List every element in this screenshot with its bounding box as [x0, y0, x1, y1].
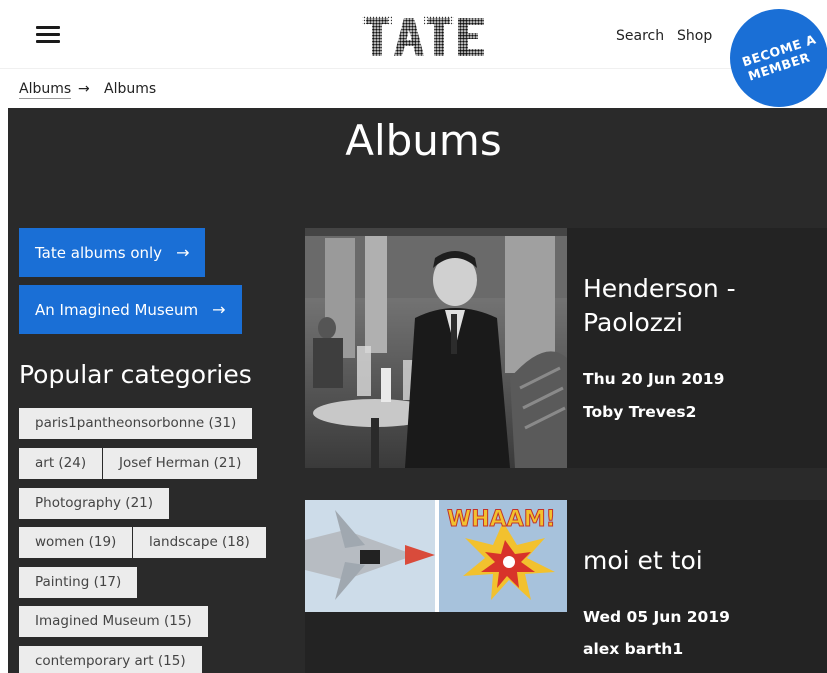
category-tag[interactable]: art (24) [19, 448, 103, 479]
album-title[interactable]: moi et toi [583, 544, 803, 578]
category-tag[interactable]: Painting (17) [19, 567, 138, 598]
breadcrumb-albums-link[interactable]: Albums [19, 81, 72, 99]
menu-icon[interactable] [36, 26, 60, 44]
page-title: Albums [345, 116, 502, 165]
category-tag[interactable]: paris1pantheonsorbonne (31) [19, 408, 253, 439]
breadcrumb: Albums → Albums [0, 68, 827, 108]
arrow-right-icon: → [212, 300, 226, 319]
album-thumbnail[interactable] [305, 228, 567, 468]
site-header: Search Shop [0, 0, 827, 68]
arrow-right-icon: → [176, 243, 190, 262]
album-title[interactable]: Henderson - Paolozzi [583, 272, 803, 340]
category-tag[interactable]: contemporary art (15) [19, 646, 202, 673]
category-tag[interactable]: landscape (18) [133, 527, 266, 558]
shop-link[interactable]: Shop [677, 28, 712, 44]
album-date: Wed 05 Jun 2019 [583, 608, 730, 626]
breadcrumb-arrow-icon: → [78, 81, 90, 97]
popular-categories-heading: Popular categories [19, 360, 252, 389]
tate-albums-only-button[interactable]: Tate albums only → [19, 228, 205, 277]
album-card[interactable]: Henderson - Paolozzi Thu 20 Jun 2019 Tob… [305, 228, 827, 468]
album-date: Thu 20 Jun 2019 [583, 370, 725, 388]
category-tag[interactable]: Imagined Museum (15) [19, 606, 208, 637]
album-author: Toby Treves2 [583, 403, 697, 421]
breadcrumb-current: Albums [104, 81, 157, 97]
main-content: Albums Tate albums only → An Imagined Mus… [8, 108, 827, 673]
album-author: alex barth1 [583, 640, 684, 658]
album-artwork-image: WHAAM! [305, 500, 567, 612]
svg-text:WHAAM!: WHAAM! [447, 507, 556, 532]
category-tag[interactable]: women (19) [19, 527, 133, 558]
imagined-museum-label: An Imagined Museum [35, 301, 199, 319]
category-tag[interactable]: Josef Herman (21) [103, 448, 258, 479]
tate-logo[interactable] [360, 10, 488, 60]
search-link[interactable]: Search [616, 28, 664, 44]
album-thumbnail[interactable]: WHAAM! [305, 500, 567, 612]
become-member-button[interactable]: BECOME A MEMBER [730, 9, 827, 107]
album-photo-image [305, 228, 567, 468]
imagined-museum-button[interactable]: An Imagined Museum → [19, 285, 242, 334]
album-card[interactable]: WHAAM! moi et toi Wed 05 Jun 2019 alex b… [305, 500, 827, 673]
tate-albums-only-label: Tate albums only [35, 244, 163, 262]
category-tag[interactable]: Photography (21) [19, 488, 170, 519]
